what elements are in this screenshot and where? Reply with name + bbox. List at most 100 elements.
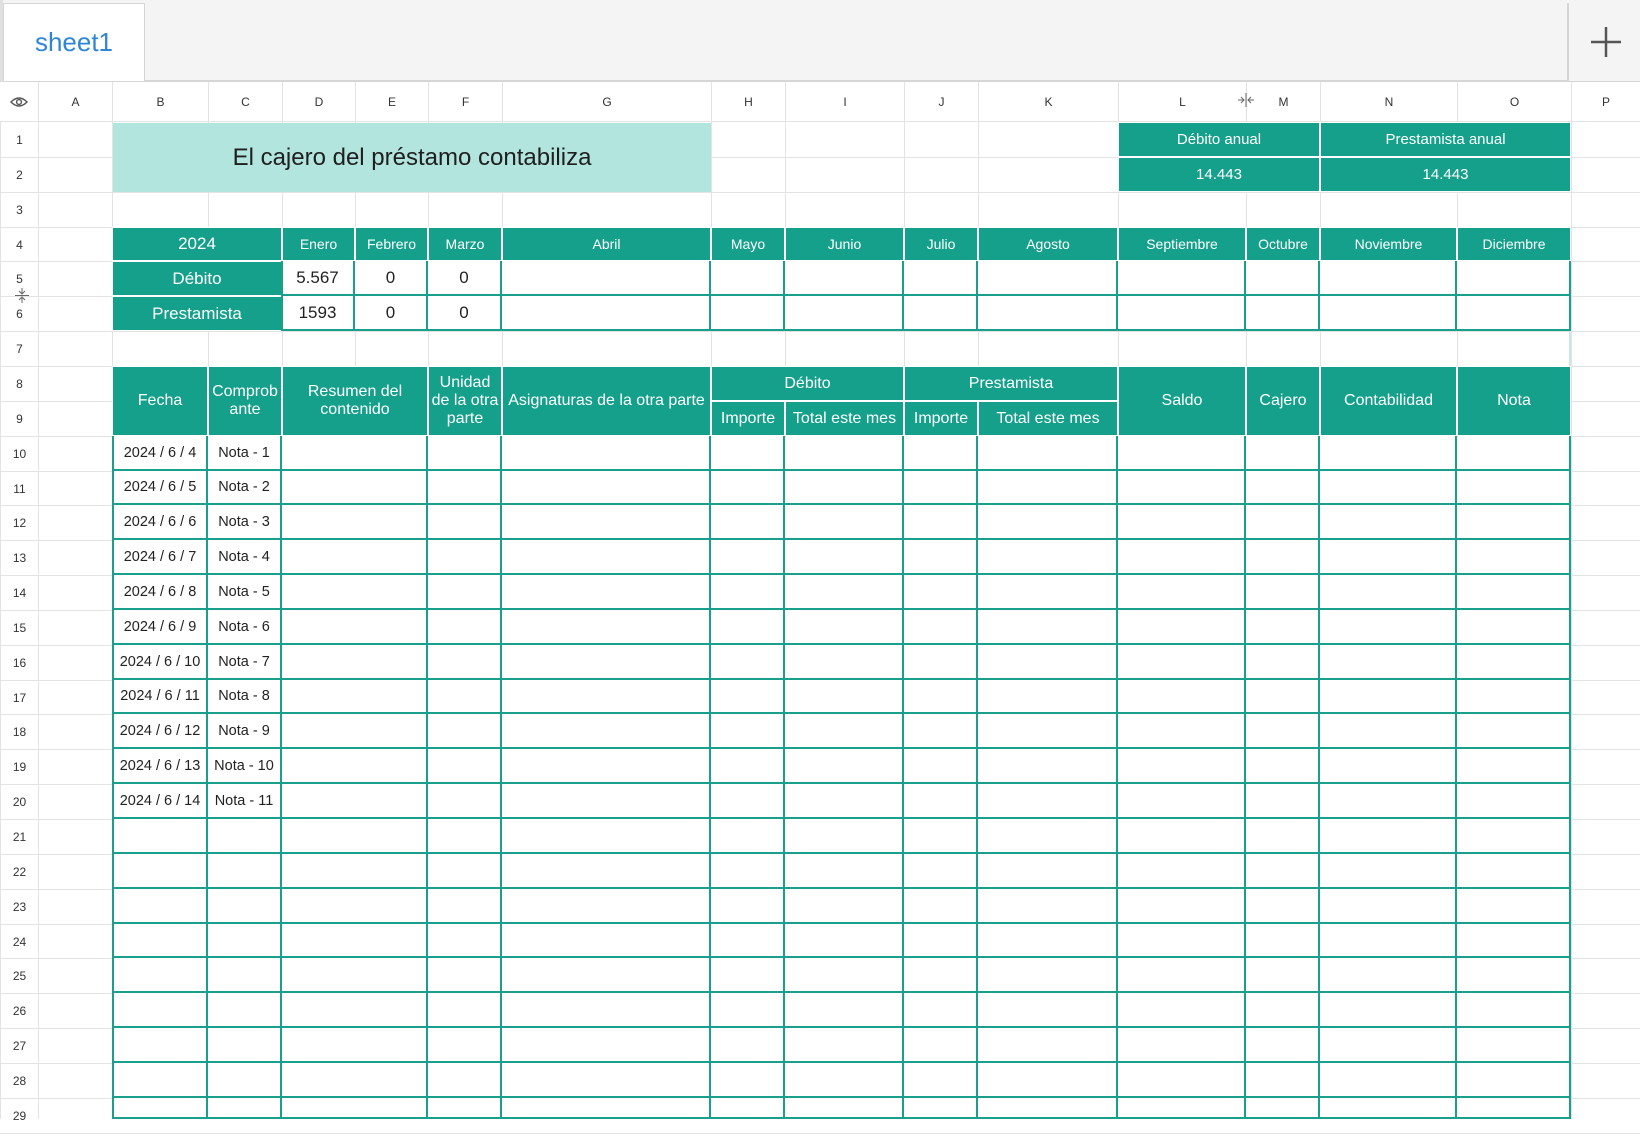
debit-month-cell[interactable]: [711, 261, 785, 296]
ledger-cell[interactable]: [978, 680, 1118, 714]
ledger-cell[interactable]: [208, 1028, 282, 1063]
ledger-cell[interactable]: [785, 993, 904, 1028]
ledger-cell[interactable]: [711, 575, 785, 610]
ledger-cell[interactable]: [1457, 784, 1571, 819]
ledger-comprobante[interactable]: Nota - 1: [208, 436, 282, 471]
ledger-cell[interactable]: [785, 749, 904, 784]
ledger-cell[interactable]: [502, 471, 711, 505]
lender-month-cell[interactable]: 1593: [282, 296, 355, 331]
row-header-20[interactable]: 20: [1, 785, 38, 819]
ledger-cell[interactable]: [711, 471, 785, 505]
ledger-cell[interactable]: [904, 540, 978, 575]
ledger-cell[interactable]: [711, 540, 785, 575]
ledger-cell[interactable]: [1457, 819, 1571, 854]
ledger-cell[interactable]: [1457, 436, 1571, 471]
ledger-cell[interactable]: [428, 505, 502, 540]
ledger-cell[interactable]: [428, 958, 502, 993]
ledger-cell[interactable]: [1320, 680, 1457, 714]
ledger-cell[interactable]: [1320, 993, 1457, 1028]
ledger-cell[interactable]: [1118, 993, 1246, 1028]
column-header-l[interactable]: L: [1119, 82, 1246, 121]
row-header-4[interactable]: 4: [1, 228, 38, 261]
select-all-corner[interactable]: [0, 82, 38, 121]
ledger-cell[interactable]: [1320, 610, 1457, 645]
ledger-cell[interactable]: [1320, 505, 1457, 540]
lender-month-cell[interactable]: [978, 296, 1118, 331]
row-header-2[interactable]: 2: [1, 158, 38, 192]
ledger-cell[interactable]: [711, 714, 785, 749]
ledger-cell[interactable]: [1118, 436, 1246, 471]
ledger-cell[interactable]: [785, 610, 904, 645]
ledger-cell[interactable]: [978, 784, 1118, 819]
ledger-cell[interactable]: [904, 610, 978, 645]
ledger-cell[interactable]: [1320, 958, 1457, 993]
row-header-24[interactable]: 24: [1, 925, 38, 958]
ledger-cell[interactable]: [904, 993, 978, 1028]
ledger-cell[interactable]: [785, 1098, 904, 1119]
ledger-comprobante[interactable]: Nota - 3: [208, 505, 282, 540]
row-header-18[interactable]: 18: [1, 715, 38, 749]
lender-month-cell[interactable]: [1457, 296, 1571, 331]
ledger-fecha[interactable]: 2024 / 6 / 4: [112, 436, 208, 471]
ledger-cell[interactable]: [711, 784, 785, 819]
ledger-cell[interactable]: [1457, 714, 1571, 749]
debit-month-cell[interactable]: 0: [355, 261, 428, 296]
lender-month-cell[interactable]: 0: [428, 296, 502, 331]
ledger-cell[interactable]: [112, 889, 208, 924]
ledger-cell[interactable]: [1246, 993, 1320, 1028]
ledger-cell[interactable]: [502, 924, 711, 958]
ledger-cell[interactable]: [1457, 645, 1571, 680]
row-resize-icon[interactable]: [14, 287, 30, 304]
row-header-13[interactable]: 13: [1, 541, 38, 575]
ledger-cell[interactable]: [978, 819, 1118, 854]
ledger-cell[interactable]: [428, 1098, 502, 1119]
ledger-cell[interactable]: [978, 993, 1118, 1028]
ledger-cell[interactable]: [282, 1098, 428, 1119]
ledger-fecha[interactable]: 2024 / 6 / 6: [112, 505, 208, 540]
ledger-cell[interactable]: [428, 436, 502, 471]
ledger-cell[interactable]: [711, 924, 785, 958]
ledger-cell[interactable]: [112, 924, 208, 958]
spreadsheet-grid[interactable]: A B C D E F G H I J K L M N O P 1 2 3 4 5 6 7 8 9 10 11 12 13 14 15 16 1…: [0, 82, 1640, 1134]
ledger-fecha[interactable]: 2024 / 6 / 13: [112, 749, 208, 784]
row-header-28[interactable]: 28: [1, 1064, 38, 1098]
ledger-cell[interactable]: [502, 575, 711, 610]
ledger-cell[interactable]: [1118, 1028, 1246, 1063]
ledger-cell[interactable]: [1246, 540, 1320, 575]
ledger-cell[interactable]: [978, 924, 1118, 958]
ledger-cell[interactable]: [282, 1028, 428, 1063]
ledger-cell[interactable]: [282, 471, 428, 505]
ledger-cell[interactable]: [502, 714, 711, 749]
ledger-cell[interactable]: [1320, 1063, 1457, 1098]
ledger-cell[interactable]: [502, 505, 711, 540]
ledger-cell[interactable]: [428, 471, 502, 505]
row-header-1[interactable]: 1: [1, 123, 38, 157]
ledger-cell[interactable]: [282, 993, 428, 1028]
ledger-cell[interactable]: [208, 924, 282, 958]
ledger-cell[interactable]: [112, 958, 208, 993]
row-header-26[interactable]: 26: [1, 994, 38, 1028]
ledger-cell[interactable]: [978, 1028, 1118, 1063]
ledger-cell[interactable]: [978, 540, 1118, 575]
column-header-b[interactable]: B: [113, 82, 208, 121]
debit-month-cell[interactable]: [1246, 261, 1320, 296]
row-header-27[interactable]: 27: [1, 1029, 38, 1063]
ledger-cell[interactable]: [282, 1063, 428, 1098]
ledger-cell[interactable]: [1246, 610, 1320, 645]
ledger-cell[interactable]: [1320, 436, 1457, 471]
ledger-cell[interactable]: [1320, 1028, 1457, 1063]
ledger-cell[interactable]: [785, 680, 904, 714]
lender-month-cell[interactable]: [785, 296, 904, 331]
ledger-cell[interactable]: [711, 958, 785, 993]
ledger-cell[interactable]: [711, 680, 785, 714]
debit-month-cell[interactable]: [1457, 261, 1571, 296]
ledger-cell[interactable]: [904, 924, 978, 958]
ledger-cell[interactable]: [282, 680, 428, 714]
ledger-cell[interactable]: [428, 645, 502, 680]
row-header-29[interactable]: 29: [1, 1099, 38, 1133]
ledger-cell[interactable]: [978, 1063, 1118, 1098]
ledger-cell[interactable]: [785, 784, 904, 819]
ledger-cell[interactable]: [502, 610, 711, 645]
ledger-cell[interactable]: [904, 680, 978, 714]
ledger-cell[interactable]: [1320, 819, 1457, 854]
